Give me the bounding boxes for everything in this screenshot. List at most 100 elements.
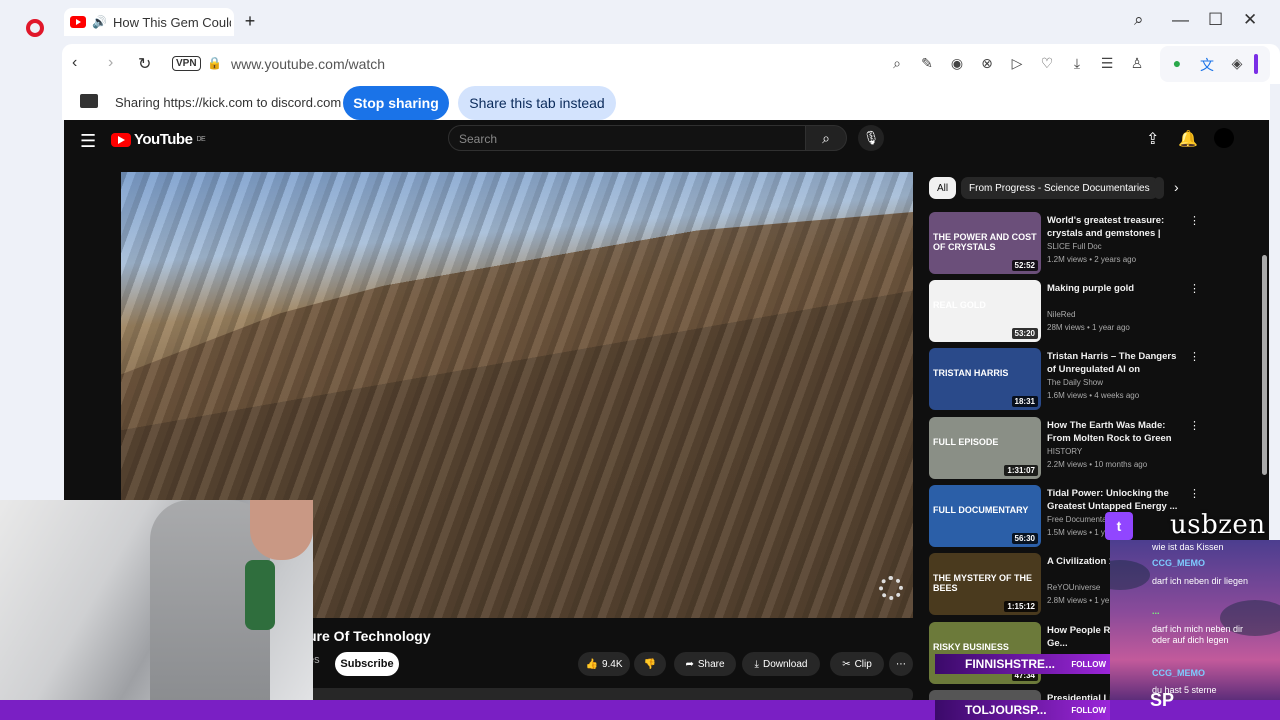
vpn-badge[interactable]: VPN: [172, 56, 201, 71]
stop-sharing-button[interactable]: Stop sharing: [343, 86, 449, 120]
video-thumbnail[interactable]: FULL DOCUMENTARY 56:30: [929, 485, 1041, 547]
chat-username: CCG_MEMO: [1152, 668, 1206, 678]
forward-button[interactable]: ›: [108, 54, 113, 72]
chat-message-text: darf ich neben dir liegen: [1152, 576, 1249, 586]
url-field[interactable]: www.youtube.com/watch: [231, 56, 385, 72]
chat-overlay: wie ist das Kissen CCG_MEMO darf ich neb…: [1110, 540, 1280, 700]
video-thumbnail[interactable]: TRISTAN HARRIS 18:31: [929, 348, 1041, 410]
new-tab-button[interactable]: +: [240, 12, 260, 32]
recommendation-item[interactable]: THE POWER AND COST OF CRYSTALS 52:52 World…: [929, 212, 1200, 276]
recommendation-meta: 2.8M views • 1 ye...: [1047, 596, 1117, 605]
active-tab[interactable]: 🔊 How This Gem Could: [64, 8, 234, 36]
more-options-icon[interactable]: ⋮: [1189, 214, 1200, 227]
reload-button[interactable]: ↻: [138, 54, 151, 74]
recommendation-title[interactable]: Tristan Harris – The Dangers of Unregula…: [1047, 350, 1185, 377]
video-thumbnail[interactable]: REAL GOLD 53:20: [929, 280, 1041, 342]
chat-username: ...: [1152, 606, 1160, 616]
profile-icon[interactable]: ♙: [1128, 55, 1146, 72]
thumbnail-text: THE MYSTERY OF THE BEES: [933, 573, 1033, 593]
recommendation-channel[interactable]: Free Documenta...: [1047, 515, 1113, 524]
recommendation-channel[interactable]: HISTORY: [1047, 447, 1082, 456]
video-thumbnail[interactable]: RISKY BUSINESS 47:34: [929, 622, 1041, 684]
video-duration: 1:31:07: [1004, 465, 1038, 476]
subscribe-button[interactable]: Subscribe: [335, 652, 399, 676]
more-actions-button[interactable]: ⋯: [889, 652, 913, 676]
description-box[interactable]: [300, 688, 913, 700]
translate-icon[interactable]: 文: [1198, 55, 1216, 75]
scrollbar[interactable]: [1262, 255, 1267, 475]
upload-icon[interactable]: ⇪: [1146, 129, 1159, 149]
recommendation-channel[interactable]: ReYOUniverse: [1047, 583, 1100, 592]
share-button[interactable]: ➦ Share: [674, 652, 736, 676]
opera-logo-icon[interactable]: [26, 19, 44, 37]
youtube-logo-text: YouTube: [134, 131, 193, 148]
microphone-icon[interactable]: 🎙: [858, 125, 884, 151]
more-options-icon[interactable]: ⋮: [1189, 419, 1200, 432]
settings-gear-icon[interactable]: [879, 576, 903, 600]
download-button[interactable]: ⤓ Download: [742, 652, 820, 676]
recommendation-meta: 1.5M views • 1 y...: [1047, 528, 1112, 537]
tab-title: How This Gem Could: [112, 14, 231, 30]
tab-search-icon[interactable]: ⌕: [1134, 10, 1144, 30]
notifications-bell-icon[interactable]: 🔔: [1178, 129, 1198, 149]
search-page-icon[interactable]: ⌕: [888, 55, 906, 72]
video-thumbnail[interactable]: THE POWER AND COST OF CRYSTALS 52:52: [929, 212, 1041, 274]
menu-icon[interactable]: ☰: [80, 131, 96, 152]
chat-username: CCG_MEMO: [1152, 558, 1206, 568]
recommendation-item[interactable]: FULL EPISODE 1:31:07 How The Earth Was Mad…: [929, 417, 1200, 481]
more-options-icon[interactable]: ⋮: [1189, 487, 1200, 500]
clip-label: Clip: [854, 658, 872, 670]
video-duration: 56:30: [1011, 533, 1038, 544]
video-thumbnail[interactable]: THE MYSTERY OF THE BEES 1:15:12: [929, 553, 1041, 615]
edit-icon[interactable]: ✎: [918, 55, 936, 72]
follower-name: TOLJOURSP...: [965, 703, 1047, 717]
more-options-icon[interactable]: ⋮: [1189, 282, 1200, 295]
recommendation-title[interactable]: Making purple gold: [1047, 282, 1185, 295]
search-button[interactable]: ⌕: [805, 125, 847, 151]
recommendation-item[interactable]: REAL GOLD 53:20 Making purple gold NileRed 2…: [929, 280, 1200, 344]
like-button[interactable]: 👍 9.4K: [578, 652, 630, 676]
recommendation-title[interactable]: World's greatest treasure: crystals and …: [1047, 214, 1185, 241]
follow-alert: TOLJOURSP... FOLLOW: [935, 700, 1110, 720]
adblock-icon[interactable]: ⊗: [978, 55, 996, 72]
thumbnail-text: FULL EPISODE: [933, 437, 999, 447]
follow-alert: FINNISHSTRE... FOLLOW: [935, 654, 1110, 674]
sharing-status-text: Sharing https://kick.com to discord.com: [115, 95, 342, 110]
follow-label: FOLLOW: [1071, 659, 1106, 669]
recommendation-title[interactable]: How The Earth Was Made: From Molten Rock…: [1047, 419, 1185, 446]
send-icon[interactable]: ▷: [1008, 55, 1026, 72]
recommendation-channel[interactable]: The Daily Show: [1047, 378, 1103, 387]
dislike-button[interactable]: 👎: [634, 652, 666, 676]
recommendation-channel[interactable]: SLICE Full Doc: [1047, 242, 1102, 251]
recommendation-item[interactable]: TRISTAN HARRIS 18:31 Tristan Harris – The …: [929, 348, 1200, 412]
heart-icon[interactable]: ♡: [1038, 55, 1056, 72]
extension-chat-icon[interactable]: ●: [1168, 55, 1186, 71]
chip-from-progress[interactable]: From Progress - Science Documentaries: [961, 177, 1158, 199]
chat-message-text: darf ich mich neben dir oder auf dich le…: [1152, 624, 1244, 645]
chip-all[interactable]: All: [929, 177, 957, 199]
camera-icon[interactable]: ◉: [948, 55, 966, 72]
recommendation-channel[interactable]: NileRed: [1047, 310, 1075, 319]
share-this-tab-button[interactable]: Share this tab instead: [458, 86, 616, 120]
video-thumbnail[interactable]: [929, 690, 1041, 700]
avatar[interactable]: [1214, 128, 1234, 148]
back-button[interactable]: ‹: [72, 54, 77, 72]
extensions-cube-icon[interactable]: ◈: [1228, 55, 1246, 72]
chevron-right-icon[interactable]: ›: [1174, 179, 1179, 195]
youtube-logo[interactable]: YouTube DE: [111, 131, 206, 148]
easy-setup-icon[interactable]: ☰: [1098, 55, 1116, 72]
video-duration: 53:20: [1011, 328, 1038, 339]
search-input[interactable]: Search: [448, 125, 806, 151]
lock-icon[interactable]: 🔒: [207, 56, 222, 70]
recommendation-title[interactable]: Tidal Power: Unlocking the Greatest Unta…: [1047, 487, 1185, 513]
maximize-button[interactable]: ☐: [1208, 10, 1223, 30]
clip-button[interactable]: ✂ Clip: [830, 652, 884, 676]
more-options-icon[interactable]: ⋮: [1189, 350, 1200, 363]
thumbnail-text: RISKY BUSINESS: [933, 642, 1009, 652]
close-window-button[interactable]: ✕: [1243, 10, 1257, 30]
chip-truncated[interactable]: [1154, 177, 1164, 199]
speaker-icon[interactable]: 🔊: [92, 15, 107, 29]
minimize-button[interactable]: —: [1172, 10, 1189, 30]
download-icon[interactable]: ⤓: [1068, 55, 1086, 72]
video-thumbnail[interactable]: FULL EPISODE 1:31:07: [929, 417, 1041, 479]
